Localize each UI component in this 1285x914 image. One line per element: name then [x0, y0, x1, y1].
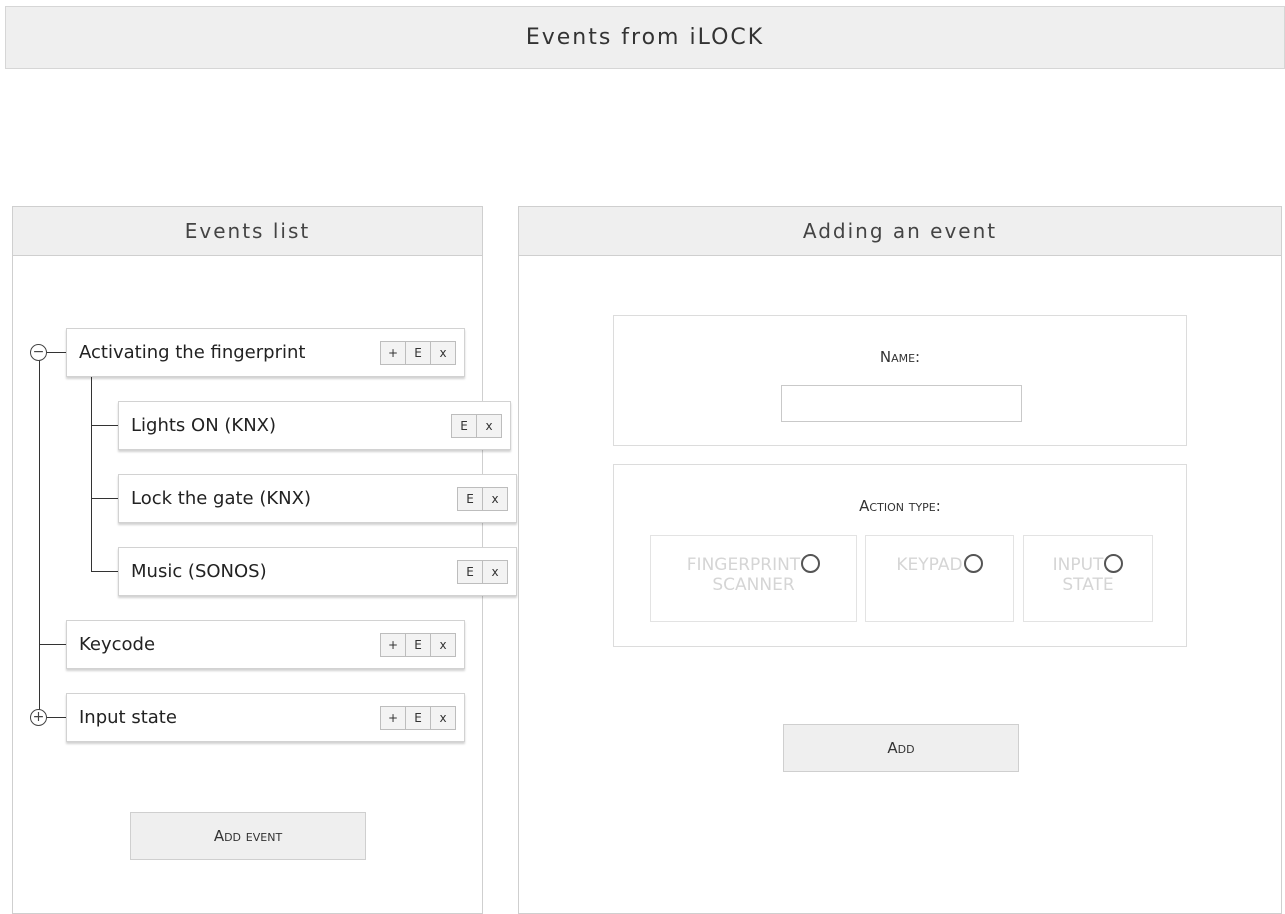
event-child-node[interactable]: Lights ON (KNX) E x — [118, 401, 511, 450]
radio-icon[interactable] — [801, 554, 821, 573]
option-label: INPUT — [1052, 555, 1104, 575]
events-list-panel: Events list − + Activating the fingerpri… — [12, 206, 517, 914]
event-label: Lock the gate (KNX) — [131, 488, 311, 509]
event-child-node[interactable]: Lock the gate (KNX) E x — [118, 474, 517, 523]
delete-button[interactable]: x — [482, 486, 508, 511]
event-label: Music (SONOS) — [131, 561, 267, 582]
add-event-button[interactable]: Add event — [130, 812, 366, 860]
event-node[interactable]: Activating the fingerprint + E x — [66, 328, 465, 377]
option-keypad[interactable]: KEYPAD — [865, 535, 1014, 622]
event-label: Keycode — [79, 634, 156, 655]
delete-button[interactable]: x — [482, 559, 508, 584]
tree-line — [91, 571, 118, 572]
add-event-title: Adding an event — [802, 219, 998, 243]
edit-button[interactable]: E — [457, 559, 483, 584]
add-event-panel: Adding an event Name: Action type: FINGE… — [518, 206, 1282, 914]
action-type-section: Action type: FINGERPRINT SCANNER KEYPAD … — [613, 464, 1187, 647]
event-label: Activating the fingerprint — [79, 342, 306, 363]
option-label: FINGERPRINT — [686, 555, 801, 575]
tree-line — [39, 644, 66, 645]
name-label: Name: — [879, 348, 921, 366]
tree-line — [91, 498, 118, 499]
delete-button[interactable]: x — [430, 340, 456, 365]
page-title: Events from iLOCK — [525, 25, 765, 50]
option-input-state[interactable]: INPUT STATE — [1023, 535, 1153, 622]
events-list-header: Events list — [13, 207, 482, 256]
option-label: KEYPAD — [896, 555, 963, 575]
name-input[interactable] — [781, 385, 1022, 422]
delete-button[interactable]: x — [430, 705, 456, 730]
add-child-button[interactable]: + — [380, 340, 406, 365]
add-event-header: Adding an event — [519, 207, 1281, 256]
add-child-button[interactable]: + — [380, 632, 406, 657]
tree-line — [91, 425, 118, 426]
option-label: SCANNER — [712, 575, 795, 595]
edit-button[interactable]: E — [405, 705, 431, 730]
events-list-title: Events list — [184, 219, 311, 243]
action-type-label: Action type: — [859, 497, 941, 515]
edit-button[interactable]: E — [451, 413, 477, 438]
collapse-toggle-icon[interactable]: − — [30, 344, 47, 361]
event-child-node[interactable]: Music (SONOS) E x — [118, 547, 517, 596]
delete-button[interactable]: x — [476, 413, 502, 438]
tree-line — [91, 377, 92, 572]
event-label: Lights ON (KNX) — [131, 415, 277, 436]
radio-icon[interactable] — [963, 554, 983, 573]
event-label: Input state — [79, 707, 177, 728]
option-label: STATE — [1062, 575, 1114, 595]
event-node[interactable]: Keycode + E x — [66, 620, 465, 669]
edit-button[interactable]: E — [405, 632, 431, 657]
expand-toggle-icon[interactable]: + — [30, 709, 47, 726]
delete-button[interactable]: x — [430, 632, 456, 657]
event-node[interactable]: Input state + E x — [66, 693, 465, 742]
edit-button[interactable]: E — [457, 486, 483, 511]
add-button[interactable]: Add — [783, 724, 1019, 772]
name-section: Name: — [613, 315, 1187, 446]
option-fingerprint-scanner[interactable]: FINGERPRINT SCANNER — [650, 535, 857, 622]
edit-button[interactable]: E — [405, 340, 431, 365]
tree-line — [39, 352, 40, 712]
add-child-button[interactable]: + — [380, 705, 406, 730]
app-header: Events from iLOCK — [5, 6, 1285, 69]
radio-icon[interactable] — [1104, 554, 1124, 573]
